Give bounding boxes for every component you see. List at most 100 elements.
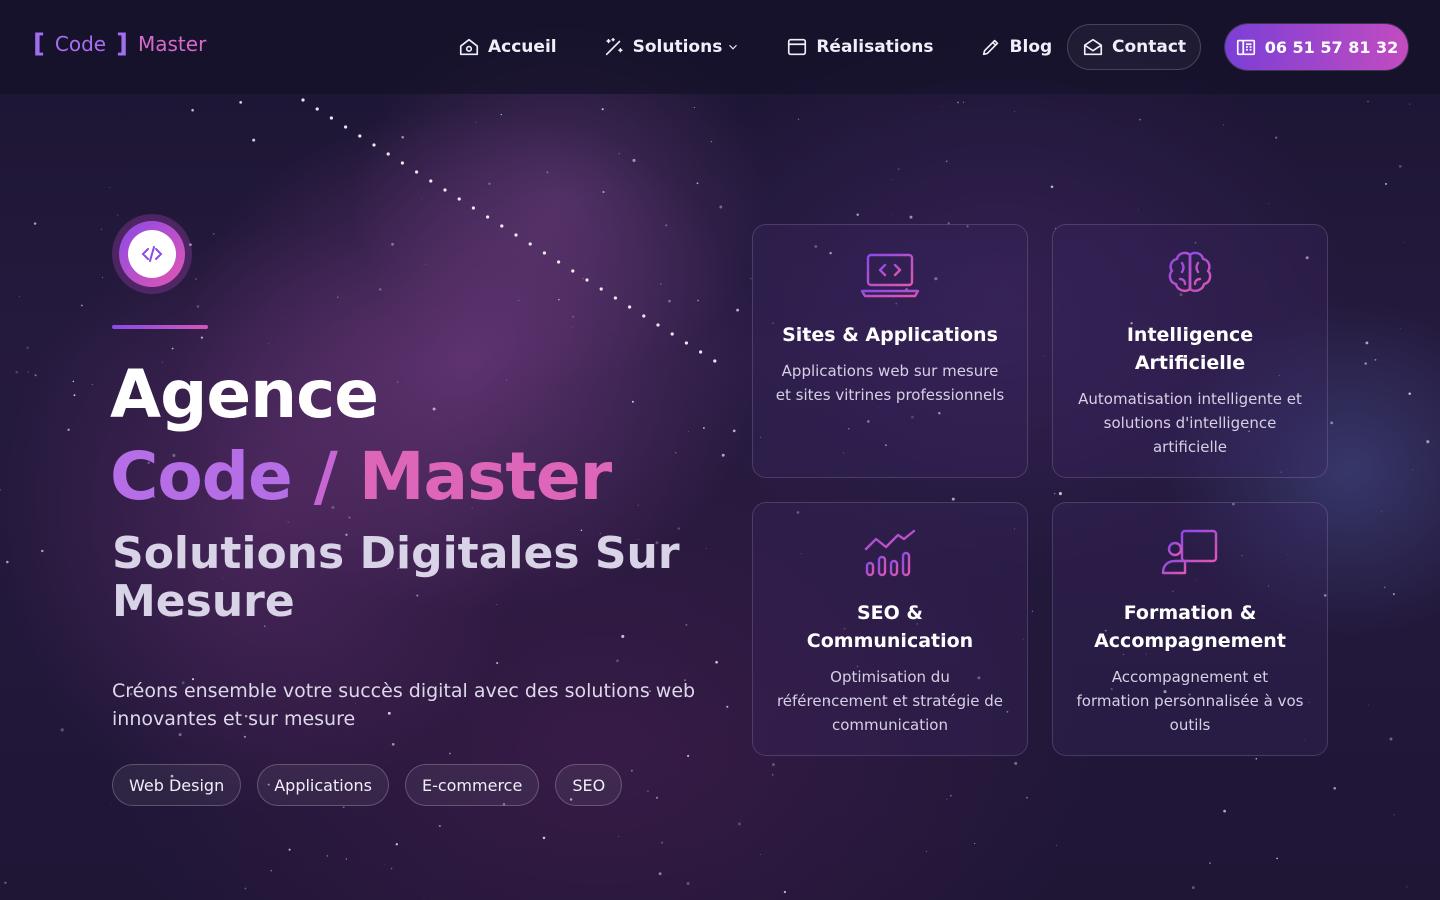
star — [1406, 886, 1408, 888]
star — [856, 213, 859, 216]
card-text: Optimisation du référencement et stratég… — [776, 668, 1004, 734]
phone-button[interactable]: 06 51 57 81 32 — [1225, 24, 1408, 70]
trail-dot — [443, 188, 447, 192]
star — [1399, 327, 1401, 329]
star — [196, 305, 200, 308]
star — [242, 129, 244, 131]
star — [1403, 241, 1404, 243]
nav-item-label: Blog — [1009, 37, 1053, 57]
star — [391, 742, 395, 746]
logo-word-master: Master — [137, 32, 207, 56]
star — [974, 842, 976, 845]
star — [518, 299, 520, 302]
star — [686, 882, 690, 885]
trail-dot — [415, 170, 419, 174]
star — [891, 213, 893, 215]
teacher-board-icon — [1161, 529, 1218, 575]
contact-button[interactable]: Contact — [1067, 24, 1201, 70]
trail-dot — [500, 224, 504, 228]
star — [1367, 704, 1369, 706]
star — [658, 872, 662, 876]
star — [721, 453, 725, 457]
star — [736, 308, 740, 312]
star — [737, 822, 741, 826]
star — [1409, 103, 1411, 105]
tag-seo[interactable]: SEO — [555, 764, 623, 806]
star — [696, 182, 699, 185]
card-title: SEO & Communication — [806, 602, 974, 652]
star — [926, 850, 928, 852]
service-card-ai[interactable]: Intelligence Artificielle Automatisation… — [1052, 224, 1328, 478]
star — [726, 705, 729, 708]
tag-applications[interactable]: Applications — [257, 764, 389, 806]
service-card-training[interactable]: Formation & Accompagnement Accompagnemen… — [1052, 502, 1328, 756]
star — [488, 182, 491, 185]
star — [396, 381, 399, 383]
hero-title-line2: Code / Master — [110, 438, 612, 515]
nav-item-blog[interactable]: Blog — [980, 36, 1053, 58]
star — [631, 769, 633, 772]
star — [1367, 100, 1369, 103]
star — [1031, 610, 1034, 612]
star — [34, 374, 37, 377]
service-card-seo[interactable]: SEO & Communication Optimisation du réfé… — [752, 502, 1028, 756]
tag-ecommerce[interactable]: E-commerce — [404, 764, 540, 806]
service-card-sites[interactable]: Sites & Applications Applications web su… — [752, 224, 1028, 478]
star — [101, 228, 103, 230]
phone-label: 06 51 57 81 32 — [1264, 37, 1399, 57]
star — [618, 153, 620, 155]
star — [1398, 165, 1402, 168]
star — [1056, 845, 1057, 846]
nav-item-solutions[interactable]: Solutions — [603, 36, 741, 58]
star — [0, 488, 2, 491]
tag-list: Web Design Applications E-commerce SEO — [112, 764, 623, 806]
trail-dot — [571, 269, 575, 273]
star — [546, 171, 549, 174]
star — [697, 299, 699, 302]
tag-web-design[interactable]: Web Design — [112, 764, 242, 806]
star — [602, 190, 605, 194]
trail-dot — [557, 260, 561, 264]
star — [287, 521, 289, 523]
main-nav: Accueil Solutions Réalisations Blog — [458, 24, 1098, 70]
star — [243, 735, 246, 738]
trail-dot — [386, 152, 390, 156]
logo-word-code: Code — [54, 32, 107, 56]
star — [239, 101, 243, 104]
chart-growth-icon — [864, 529, 916, 577]
star — [702, 427, 705, 429]
brand-logo[interactable]: [ Code ] Master — [33, 31, 206, 57]
star — [956, 101, 959, 104]
trail-dot — [699, 350, 703, 354]
star — [897, 168, 900, 170]
trail-dot — [471, 206, 475, 210]
star — [797, 118, 800, 121]
trail-dot — [344, 125, 348, 129]
trail-dot — [514, 233, 518, 237]
hero-title-slash: / — [313, 438, 338, 515]
star — [942, 105, 943, 107]
star — [337, 296, 339, 298]
star — [1050, 185, 1054, 189]
star — [617, 835, 620, 838]
star — [1412, 469, 1414, 470]
star — [621, 634, 625, 638]
trail-dot — [372, 143, 376, 147]
trail-dot — [613, 296, 618, 300]
star — [496, 661, 499, 665]
nav-item-accueil[interactable]: Accueil — [458, 36, 557, 58]
star — [572, 326, 573, 328]
star — [1223, 809, 1226, 813]
star — [326, 855, 329, 857]
star — [1026, 796, 1028, 799]
star — [1014, 111, 1015, 113]
star — [195, 278, 197, 280]
star — [1381, 511, 1383, 512]
star — [171, 347, 174, 350]
star — [80, 304, 83, 307]
nav-item-realisations[interactable]: Réalisations — [786, 36, 934, 58]
star — [616, 659, 619, 662]
trail-dot — [642, 314, 646, 318]
star — [632, 158, 636, 162]
trail-dot — [713, 359, 717, 363]
